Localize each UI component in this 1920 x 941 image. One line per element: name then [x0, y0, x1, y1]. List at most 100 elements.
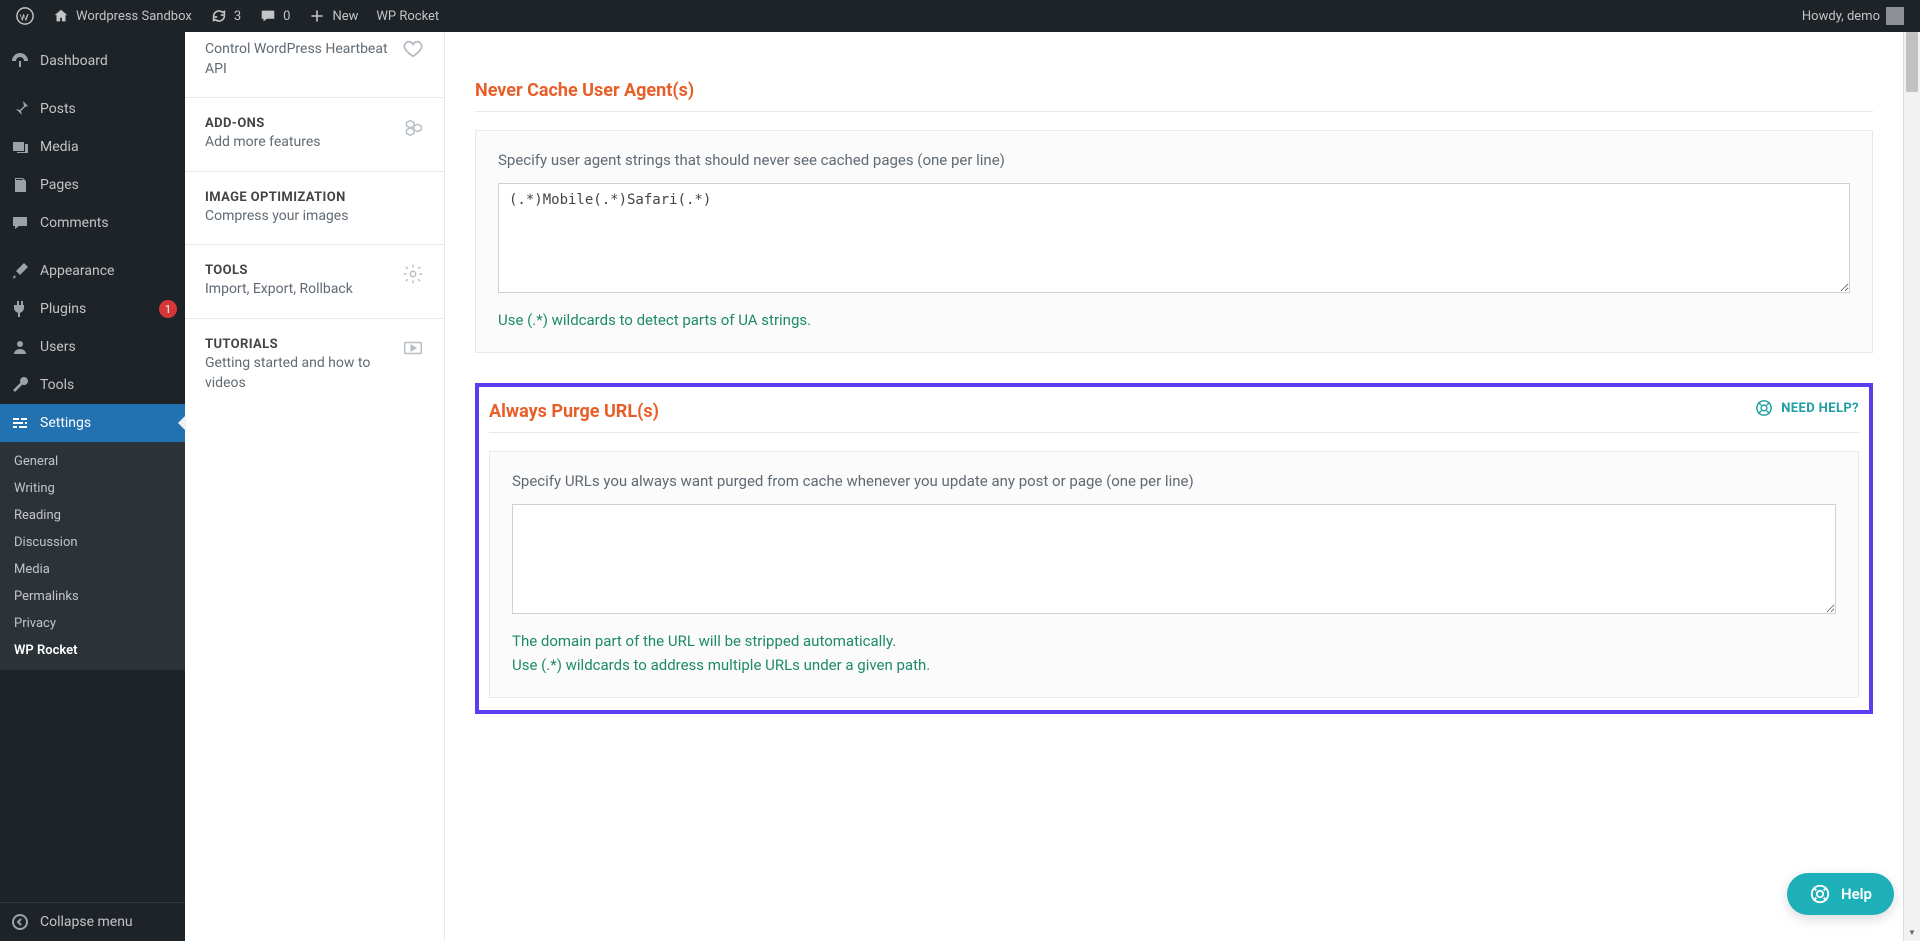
site-name-text: Wordpress Sandbox: [76, 9, 192, 24]
wp-rocket-adminbar-link[interactable]: WP Rocket: [368, 0, 447, 32]
menu-media[interactable]: Media: [0, 128, 185, 166]
need-help-link[interactable]: NEED HELP?: [1755, 399, 1859, 417]
site-home-link[interactable]: Wordpress Sandbox: [44, 0, 200, 32]
admin-menu: Dashboard Posts Media Pages Comments: [0, 32, 185, 941]
menu-plugins-label: Plugins: [40, 301, 86, 317]
user-icon: [10, 337, 30, 357]
fieldbox-ua: Specify user agent strings that should n…: [475, 130, 1873, 353]
subnav-tutorials[interactable]: TUTORIALS Getting started and how to vid…: [185, 319, 444, 411]
menu-pages[interactable]: Pages: [0, 166, 185, 204]
submenu-wp-rocket[interactable]: WP Rocket: [0, 637, 185, 664]
scrollbar-thumb[interactable]: [1906, 32, 1918, 92]
menu-appearance-label: Appearance: [40, 263, 114, 279]
new-label-text: New: [332, 9, 358, 24]
need-help-text: NEED HELP?: [1781, 401, 1859, 416]
section-title-purge: Always Purge URL(s): [489, 401, 659, 422]
menu-appearance[interactable]: Appearance: [0, 252, 185, 290]
video-icon: [402, 337, 424, 359]
never-cache-ua-textarea[interactable]: [498, 183, 1850, 293]
help-beacon-label: Help: [1841, 885, 1872, 903]
collapse-menu-label: Collapse menu: [40, 914, 133, 930]
highlighted-section: Always Purge URL(s) NEED HELP? Specify U…: [475, 383, 1873, 714]
section-always-purge: Always Purge URL(s) NEED HELP? Specify U…: [481, 399, 1867, 708]
always-purge-textarea[interactable]: [512, 504, 1836, 614]
avatar: [1886, 7, 1904, 25]
new-content-link[interactable]: New: [300, 0, 366, 32]
comments-count-text: 0: [283, 9, 290, 24]
submenu-general[interactable]: General: [0, 448, 185, 475]
subnav-tools[interactable]: TOOLS Import, Export, Rollback: [185, 245, 444, 319]
menu-settings[interactable]: Settings: [0, 404, 185, 442]
section-never-cache-ua: Never Cache User Agent(s) Specify user a…: [475, 80, 1873, 353]
pin-icon: [10, 99, 30, 119]
submenu-discussion[interactable]: Discussion: [0, 529, 185, 556]
submenu-permalinks[interactable]: Permalinks: [0, 583, 185, 610]
submenu-reading[interactable]: Reading: [0, 502, 185, 529]
subnav-heartbeat[interactable]: Control WordPress Heartbeat API: [185, 32, 444, 98]
wrench-icon: [10, 375, 30, 395]
subnav-tutorials-title: TUTORIALS: [205, 337, 388, 352]
subnav-heartbeat-desc: Control WordPress Heartbeat API: [205, 40, 388, 79]
media-icon: [10, 137, 30, 157]
ua-label: Specify user agent strings that should n…: [498, 151, 1850, 169]
comments-icon: [10, 213, 30, 233]
scroll-down-arrow-icon[interactable]: ▼: [1904, 924, 1920, 941]
menu-users[interactable]: Users: [0, 328, 185, 366]
wordpress-icon: [16, 7, 34, 25]
howdy-user-link[interactable]: Howdy, demo: [1794, 0, 1912, 32]
menu-settings-label: Settings: [40, 415, 91, 431]
purge-help-1: The domain part of the URL will be strip…: [512, 630, 1836, 653]
subnav-tutorials-desc: Getting started and how to videos: [205, 354, 388, 393]
brush-icon: [10, 261, 30, 281]
pages-icon: [10, 175, 30, 195]
content-area: Control WordPress Heartbeat API ADD-ONS …: [185, 32, 1920, 941]
admin-bar-left: Wordpress Sandbox 3 0 New WP Rocket: [8, 0, 447, 32]
plus-icon: [308, 7, 326, 25]
settings-subnav: Control WordPress Heartbeat API ADD-ONS …: [185, 32, 445, 941]
plug-icon: [10, 299, 30, 319]
boxes-icon: [402, 116, 424, 138]
purge-help-2: Use (.*) wildcards to address multiple U…: [512, 654, 1836, 677]
subnav-addons[interactable]: ADD-ONS Add more features: [185, 98, 444, 172]
collapse-icon: [10, 912, 30, 932]
comment-icon: [259, 7, 277, 25]
submenu-privacy[interactable]: Privacy: [0, 610, 185, 637]
updates-link[interactable]: 3: [202, 0, 249, 32]
comments-link[interactable]: 0: [251, 0, 298, 32]
purge-label: Specify URLs you always want purged from…: [512, 472, 1836, 490]
menu-users-label: Users: [40, 339, 76, 355]
vertical-scrollbar[interactable]: ▲ ▼: [1903, 32, 1920, 941]
submenu-media[interactable]: Media: [0, 556, 185, 583]
subnav-imgopt-title: IMAGE OPTIMIZATION: [205, 190, 424, 205]
subnav-addons-desc: Add more features: [205, 133, 388, 153]
subnav-tools-desc: Import, Export, Rollback: [205, 280, 388, 300]
home-icon: [52, 7, 70, 25]
wp-logo[interactable]: [8, 0, 42, 32]
menu-tools[interactable]: Tools: [0, 366, 185, 404]
refresh-icon: [210, 7, 228, 25]
sliders-icon: [10, 413, 30, 433]
collapse-menu-button[interactable]: Collapse menu: [0, 902, 185, 941]
subnav-image-optimization[interactable]: IMAGE OPTIMIZATION Compress your images: [185, 172, 444, 246]
howdy-text: Howdy, demo: [1802, 9, 1880, 24]
menu-posts-label: Posts: [40, 101, 76, 117]
menu-tools-label: Tools: [40, 377, 74, 393]
dashboard-icon: [10, 51, 30, 71]
menu-pages-label: Pages: [40, 177, 79, 193]
subnav-addons-title: ADD-ONS: [205, 116, 388, 131]
updates-count-text: 3: [234, 9, 241, 24]
section-title-ua: Never Cache User Agent(s): [475, 80, 694, 101]
menu-posts[interactable]: Posts: [0, 90, 185, 128]
app-body: Dashboard Posts Media Pages Comments: [0, 32, 1920, 941]
menu-comments[interactable]: Comments: [0, 204, 185, 242]
menu-plugins[interactable]: Plugins 1: [0, 290, 185, 328]
ua-help-text: Use (.*) wildcards to detect parts of UA…: [498, 309, 1850, 332]
menu-dashboard-label: Dashboard: [40, 53, 108, 69]
settings-submenu: General Writing Reading Discussion Media…: [0, 442, 185, 670]
help-beacon-button[interactable]: Help: [1787, 873, 1894, 915]
admin-bar: Wordpress Sandbox 3 0 New WP Rocket Howd…: [0, 0, 1920, 32]
gear-icon: [402, 263, 424, 285]
menu-media-label: Media: [40, 139, 79, 155]
menu-dashboard[interactable]: Dashboard: [0, 42, 185, 80]
submenu-writing[interactable]: Writing: [0, 475, 185, 502]
